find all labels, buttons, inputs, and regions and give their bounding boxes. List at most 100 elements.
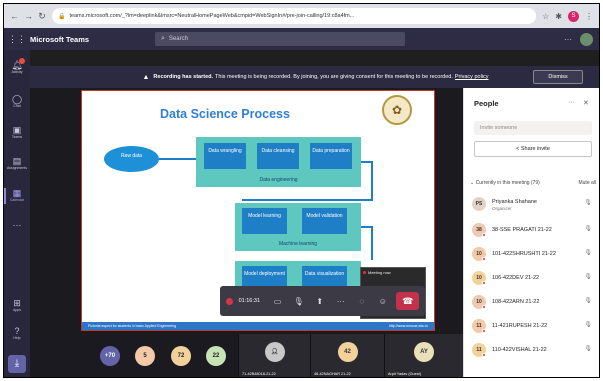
notification-badge: [19, 58, 25, 64]
box-data-preparation: Data preparation: [310, 143, 352, 169]
user-avatar[interactable]: [580, 32, 593, 46]
participant-list-item[interactable]: PS Priyanka Shahane Organizer 🎙︎: [472, 196, 596, 214]
forward-icon[interactable]: →: [24, 11, 33, 21]
participant-avatar: AY: [414, 342, 434, 362]
share-screen-icon[interactable]: ⬆: [312, 297, 327, 306]
browser-toolbar: ← → ↻ 🔒 teams.microsoft.com/_?lm=deeplin…: [4, 4, 599, 28]
participant-strip: +70 5 72 22 👤︎ 71-42B48018-21-22 42 46-4…: [30, 334, 463, 377]
chat-toggle-icon[interactable]: ◌: [354, 297, 369, 306]
invite-input[interactable]: Invite someone: [474, 121, 592, 135]
overflow-participants-bubble[interactable]: +70: [100, 346, 120, 366]
banner-text: This meeting is being recorded. By joini…: [215, 74, 453, 80]
box-data-cleansing: Data cleansing: [257, 143, 299, 169]
people-panel-title: People: [474, 99, 499, 108]
participant-tile[interactable]: 👤︎ 71-42B48018-21-22: [238, 334, 310, 377]
search-icon: ⌕: [161, 35, 165, 42]
participant-name: 46-42NAGHAR 21-22: [314, 372, 351, 376]
participant-name: Arpit Yadav (Guest): [388, 372, 421, 376]
camera-icon[interactable]: ▭: [270, 297, 285, 306]
more-actions-icon[interactable]: ···: [333, 297, 348, 306]
participant-list-item[interactable]: 11 11-421RUPESH 21-22 🎙︎: [472, 318, 596, 336]
participant-name: 11-421RUPESH 21-22: [492, 323, 548, 329]
apps-icon: ⊞: [13, 298, 21, 308]
warning-icon: ▲: [142, 73, 150, 81]
url-text: teams.microsoft.com/_?lm=deeplink&lmsrc=…: [69, 13, 355, 19]
more-options-icon[interactable]: ···: [564, 35, 572, 44]
participant-tile[interactable]: AY Arpit Yadav (Guest): [384, 334, 463, 377]
participant-list-item[interactable]: 10 108-422ARN 21-22 🎙︎: [472, 294, 596, 312]
rail-item-label: Chat: [13, 104, 21, 108]
app-title: Microsoft Teams: [30, 34, 90, 44]
college-emblem-icon: ✿: [382, 95, 412, 125]
mic-off-icon: 🎙︎: [584, 200, 592, 206]
pip-label: Meeting now: [368, 270, 391, 275]
app-launcher-icon[interactable]: ⋮⋮: [4, 34, 30, 45]
call-controls: 01:16:31 ▭ 🎙︎ ⬆ ··· ◌ ☺ ☎: [220, 286, 425, 316]
mute-all-button[interactable]: Mute all: [578, 180, 596, 186]
rail-more[interactable]: ···: [4, 220, 30, 230]
download-icon[interactable]: ⤓: [8, 355, 26, 373]
share-invite-label: Share invite: [520, 146, 550, 152]
browser-menu-icon[interactable]: ⋮: [585, 12, 593, 21]
status-dot: [482, 257, 486, 261]
arrow: [361, 161, 371, 163]
teams-header: ⋮⋮ Microsoft Teams ⌕ Search ···: [4, 28, 599, 50]
rail-item-calendar[interactable]: ▦ Calendar: [4, 188, 30, 204]
rail-item-help[interactable]: ? Help: [4, 326, 30, 340]
share-invite-button[interactable]: < Share invite: [474, 141, 592, 157]
participants-icon[interactable]: ☺: [375, 297, 390, 306]
arrow: [361, 226, 371, 228]
arrow: [371, 161, 373, 201]
rail-item-apps[interactable]: ⊞ Apps: [4, 298, 30, 312]
help-icon: ?: [14, 326, 20, 336]
rail-item-label: Activity: [11, 70, 23, 74]
address-bar[interactable]: 🔒 teams.microsoft.com/_?lm=deeplink&lmsr…: [52, 8, 537, 24]
rail-item-teams[interactable]: ▣ Teams: [4, 125, 30, 139]
participant-list-item[interactable]: 38 38-SSE PRAGATI 21-22 🎙︎: [472, 222, 596, 240]
participant-avatar: PS: [472, 197, 486, 211]
extensions-icon[interactable]: ✱: [555, 12, 562, 21]
reload-icon[interactable]: ↻: [38, 11, 46, 22]
participant-bubble[interactable]: 22: [206, 346, 226, 366]
mic-off-icon: 🎙︎: [584, 250, 592, 256]
search-placeholder: Search: [168, 36, 188, 42]
people-panel: People ··· ✕ Invite someone < Share invi…: [463, 88, 599, 377]
in-meeting-section-header[interactable]: ⌄ Currently in this meeting (79) Mute al…: [470, 180, 596, 186]
participant-bubble[interactable]: 72: [171, 346, 191, 366]
raw-data-cloud: Raw data: [104, 146, 159, 172]
rail-item-label: Apps: [13, 308, 21, 312]
dismiss-button[interactable]: Dismiss: [533, 70, 583, 84]
microphone-icon[interactable]: 🎙︎: [291, 297, 306, 306]
slide-footer-right: http://www.mmcoe.edu.in: [388, 324, 428, 328]
participant-tile[interactable]: 42 46-42NAGHAR 21-22: [310, 334, 384, 377]
back-icon[interactable]: ←: [10, 11, 19, 21]
profile-avatar[interactable]: S: [568, 10, 579, 22]
close-icon[interactable]: ✕: [583, 99, 589, 107]
participant-list-item[interactable]: 11 110-422VISHAL 21-22 🎙︎: [472, 342, 596, 360]
rail-item-chat[interactable]: ◯ Chat: [4, 94, 30, 108]
search-input[interactable]: ⌕ Search: [155, 32, 405, 46]
mic-off-icon: 🎙︎: [584, 274, 592, 280]
participant-list-item[interactable]: 10 101-422SHRUSHTI 21-22 🎙︎: [472, 246, 596, 264]
arrow: [242, 199, 373, 201]
recording-indicator-icon: [226, 297, 233, 305]
participant-bubble[interactable]: 5: [135, 346, 155, 366]
mic-off-icon: 🎙︎: [584, 322, 592, 328]
mic-off-icon: 🎙︎: [584, 298, 592, 304]
more-options-icon[interactable]: ···: [568, 99, 575, 106]
call-timer: 01:16:31: [238, 298, 261, 304]
participant-name: 108-422ARN 21-22: [492, 299, 540, 305]
participant-name: 110-422VISHAL 21-22: [492, 347, 547, 353]
more-icon: ···: [12, 220, 22, 230]
participant-name: 101-422SHRUSHTI 21-22: [492, 251, 556, 257]
calendar-icon: ▦: [12, 188, 22, 198]
rail-item-activity[interactable]: 🔔︎ Activity: [4, 58, 30, 74]
bookmark-star-icon[interactable]: ☆: [542, 12, 549, 21]
left-rail: 🔔︎ Activity ◯ Chat ▣ Teams ▤ Assignments…: [4, 50, 30, 377]
band-label: Machine learning: [278, 241, 318, 247]
hang-up-button[interactable]: ☎: [396, 292, 419, 310]
box-model-validation: Model validation: [302, 208, 347, 234]
privacy-policy-link[interactable]: Privacy policy: [455, 74, 489, 80]
rail-item-assignments[interactable]: ▤ Assignments: [4, 156, 30, 170]
participant-list-item[interactable]: 10 106-422DEV 21-22 🎙︎: [472, 270, 596, 288]
